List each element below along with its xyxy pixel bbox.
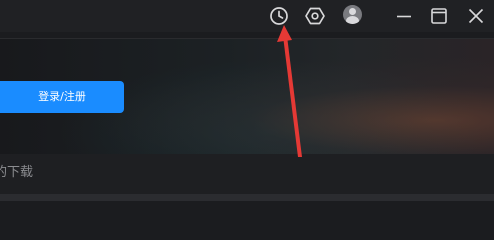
user-avatar-icon[interactable] xyxy=(343,5,362,24)
title-bar xyxy=(0,0,494,32)
minimize-icon[interactable] xyxy=(392,4,416,28)
settings-icon[interactable] xyxy=(304,5,326,27)
maximize-icon[interactable] xyxy=(427,4,451,28)
login-register-button[interactable]: 登录/注册 xyxy=(0,81,124,113)
bottom-divider xyxy=(0,194,494,201)
my-downloads-label[interactable]: 的下载 xyxy=(0,165,33,181)
downloads-section xyxy=(0,154,494,194)
history-clock-icon[interactable] xyxy=(268,5,290,27)
close-icon[interactable] xyxy=(464,4,488,28)
